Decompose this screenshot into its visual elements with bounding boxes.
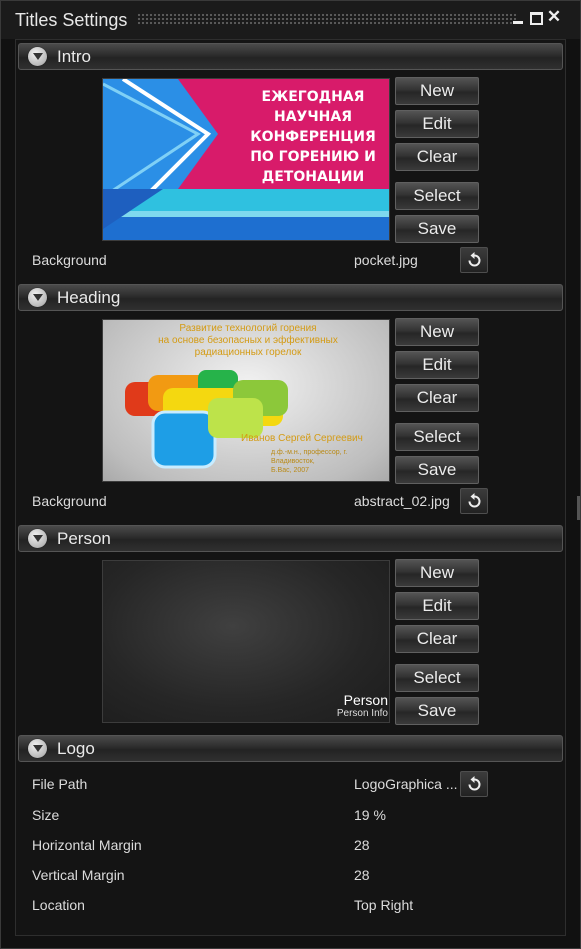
heading-clear-button[interactable]: Clear	[395, 384, 479, 412]
section-header-person[interactable]: Person	[18, 525, 563, 552]
window-title: Titles Settings	[15, 10, 128, 30]
logo-vertical-margin-label: Vertical Margin	[32, 867, 125, 883]
section-title-intro: Intro	[57, 47, 92, 66]
person-thumbnail-info: Person Info	[336, 708, 388, 719]
person-edit-button[interactable]: Edit	[395, 592, 479, 620]
reset-icon	[468, 493, 481, 508]
logo-horizontal-margin-value[interactable]: 28	[354, 837, 370, 853]
intro-thumbnail[interactable]: ЕЖЕГОДНАЯ НАУЧНАЯ КОНФЕРЕНЦИЯ ПО ГОРЕНИЮ…	[102, 78, 390, 241]
intro-reset-button[interactable]	[460, 247, 488, 273]
heading-edit-button[interactable]: Edit	[395, 351, 479, 379]
title-bar[interactable]: Titles Settings ✕	[1, 1, 580, 39]
logo-file-path-label: File Path	[32, 776, 88, 792]
logo-reset-button[interactable]	[460, 771, 488, 797]
heading-select-button[interactable]: Select	[395, 423, 479, 451]
person-new-button[interactable]: New	[395, 559, 479, 587]
heading-background-label: Background	[32, 493, 107, 509]
maximize-icon[interactable]	[528, 9, 544, 25]
collapse-icon[interactable]	[28, 288, 47, 307]
drag-grip[interactable]	[137, 13, 518, 25]
intro-thumbnail-text: ЕЖЕГОДНАЯ НАУЧНАЯ КОНФЕРЕНЦИЯ ПО ГОРЕНИЮ…	[250, 89, 376, 185]
section-header-heading[interactable]: Heading	[18, 284, 563, 311]
person-save-button[interactable]: Save	[395, 697, 479, 725]
heading-thumbnail[interactable]: Развитие технологий горения на основе бе…	[102, 319, 390, 482]
section-title-person: Person	[57, 529, 111, 548]
logo-size-value[interactable]: 19 %	[354, 807, 386, 823]
intro-background-label: Background	[32, 252, 107, 268]
person-thumbnail-image: Person Person Info	[103, 561, 389, 722]
section-title-logo: Logo	[57, 739, 95, 758]
heading-thumbnail-subtitle: д.ф.-м.н., профессор, г. Владивосток, Б.…	[271, 449, 348, 474]
settings-panel: Intro ЕЖЕГОДНАЯ НАУЧНАЯ КОНФЕРЕНЦИЯ ПО Г…	[15, 39, 566, 936]
logo-size-label: Size	[32, 807, 60, 823]
intro-background-value: pocket.jpg	[354, 252, 418, 268]
logo-location-value[interactable]: Top Right	[354, 897, 413, 913]
person-thumbnail-name: Person	[343, 692, 388, 708]
reset-icon	[468, 776, 481, 791]
collapse-icon[interactable]	[28, 739, 47, 758]
reset-icon	[468, 252, 481, 267]
close-icon[interactable]: ✕	[546, 8, 562, 25]
intro-thumbnail-image: ЕЖЕГОДНАЯ НАУЧНАЯ КОНФЕРЕНЦИЯ ПО ГОРЕНИЮ…	[103, 79, 389, 240]
section-header-logo[interactable]: Logo	[18, 735, 563, 762]
intro-select-button[interactable]: Select	[395, 182, 479, 210]
resize-handle[interactable]	[577, 496, 580, 520]
section-title-heading: Heading	[57, 288, 121, 307]
section-header-intro[interactable]: Intro	[18, 43, 563, 70]
heading-thumbnail-text: Развитие технологий горения на основе бе…	[158, 323, 338, 358]
heading-background-value: abstract_02.jpg	[354, 493, 450, 509]
intro-clear-button[interactable]: Clear	[395, 143, 479, 171]
titles-settings-window: Titles Settings ✕ Intro ЕЖЕГОДНАЯ НАУЧНА…	[0, 0, 581, 949]
intro-new-button[interactable]: New	[395, 77, 479, 105]
heading-save-button[interactable]: Save	[395, 456, 479, 484]
heading-thumbnail-name: Иванов Сергей Сергеевич	[241, 433, 363, 444]
collapse-icon[interactable]	[28, 47, 47, 66]
collapse-icon[interactable]	[28, 529, 47, 548]
logo-vertical-margin-value[interactable]: 28	[354, 867, 370, 883]
logo-location-label: Location	[32, 897, 85, 913]
person-clear-button[interactable]: Clear	[395, 625, 479, 653]
intro-save-button[interactable]: Save	[395, 215, 479, 243]
logo-file-path-value: LogoGraphica ...	[354, 776, 458, 792]
heading-thumbnail-image: Развитие технологий горения на основе бе…	[103, 320, 389, 481]
heading-new-button[interactable]: New	[395, 318, 479, 346]
heading-reset-button[interactable]	[460, 488, 488, 514]
intro-edit-button[interactable]: Edit	[395, 110, 479, 138]
person-select-button[interactable]: Select	[395, 664, 479, 692]
logo-horizontal-margin-label: Horizontal Margin	[32, 837, 142, 853]
person-thumbnail[interactable]: Person Person Info	[102, 560, 390, 723]
minimize-icon[interactable]	[510, 9, 526, 25]
